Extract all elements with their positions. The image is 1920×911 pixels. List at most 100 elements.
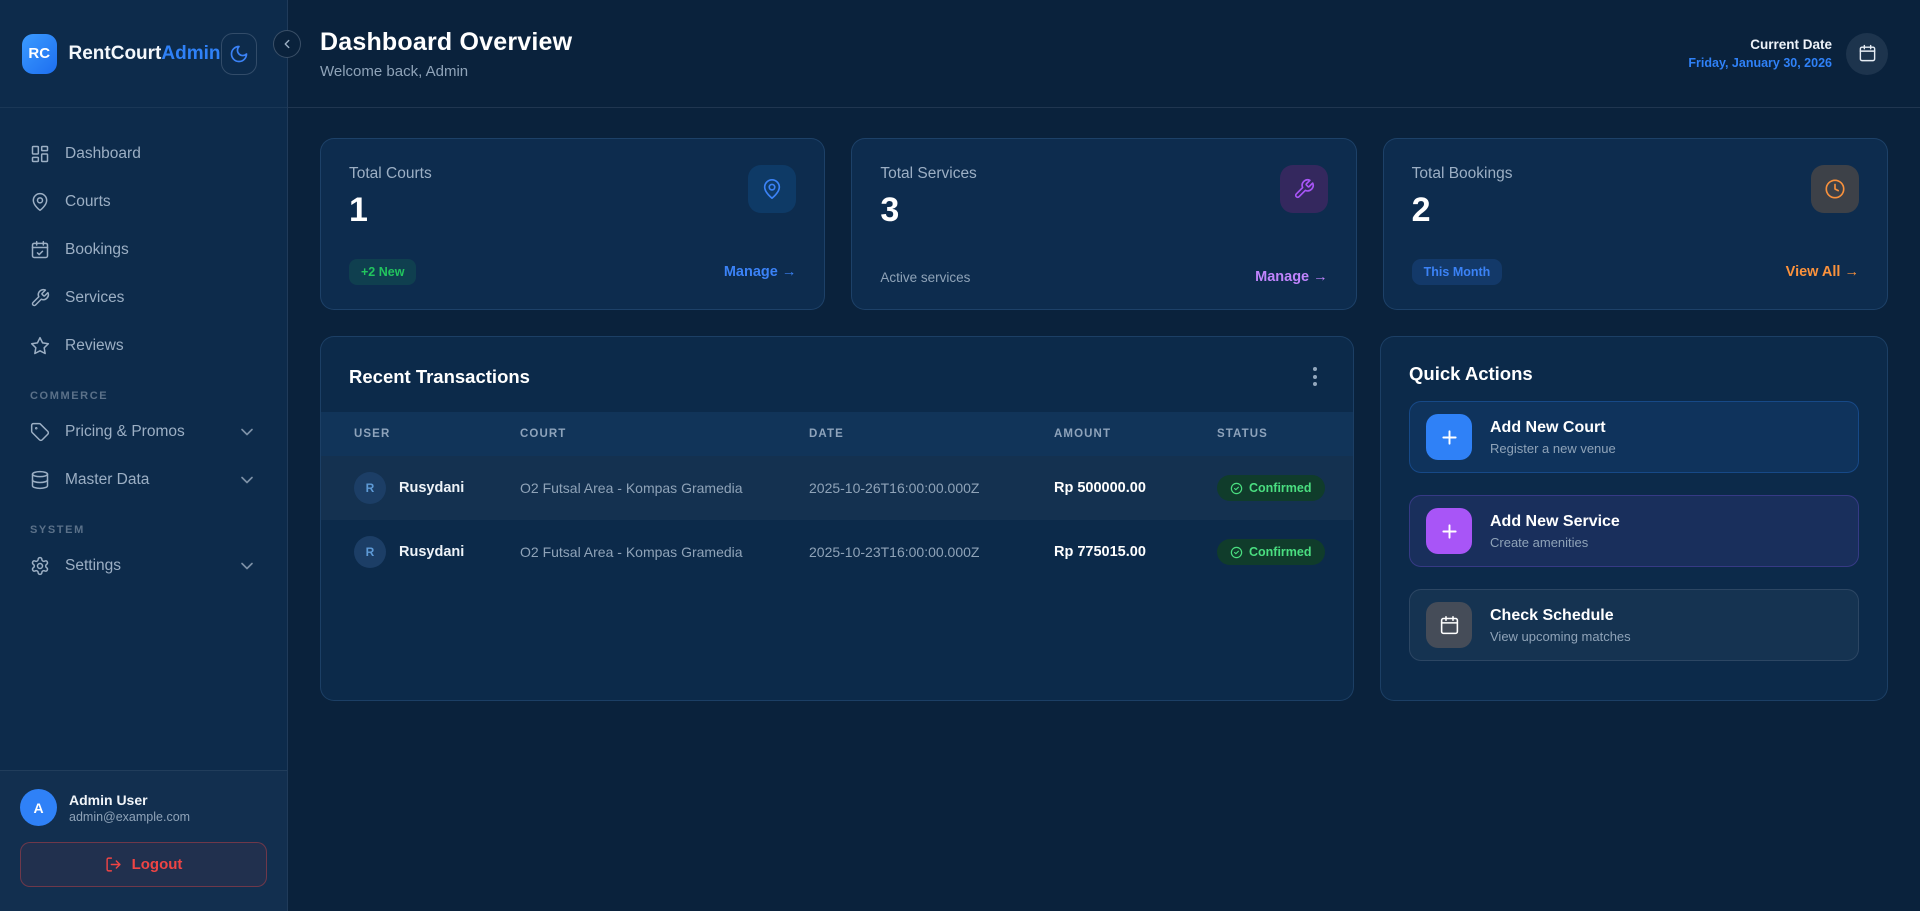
calendar-icon [1858, 44, 1877, 63]
current-date-value: Friday, January 30, 2026 [1688, 56, 1832, 70]
column-header-date: DATE [809, 428, 1054, 440]
sidebar-footer: A Admin User admin@example.com Logout [0, 770, 287, 911]
logout-label: Logout [132, 856, 183, 873]
page-subtitle: Welcome back, Admin [320, 63, 572, 80]
calendar-button[interactable] [1846, 33, 1888, 75]
avatar: A [20, 789, 57, 826]
database-icon [30, 470, 50, 490]
chevron-left-icon [280, 37, 294, 51]
sidebar-item-services[interactable]: Services [22, 274, 265, 322]
chevron-down-icon [237, 470, 257, 490]
column-header-user: USER [354, 428, 520, 440]
manage-services-link[interactable]: Manage → [1255, 269, 1328, 285]
theme-toggle-button[interactable] [221, 33, 258, 75]
content: Total Courts 1 +2 New Manage → Total Ser… [288, 108, 1920, 911]
stat-label: Total Services [880, 165, 1327, 183]
user-profile[interactable]: A Admin User admin@example.com [20, 789, 267, 826]
date-cell: 2025-10-26T16:00:00.000Z [809, 480, 1054, 496]
current-date-label: Current Date [1688, 37, 1832, 52]
brand-name-primary: RentCourt [69, 43, 162, 64]
sidebar-item-dashboard[interactable]: Dashboard [22, 130, 265, 178]
user-email: admin@example.com [69, 810, 190, 824]
check-schedule-button[interactable]: Check Schedule View upcoming matches [1409, 589, 1859, 661]
column-header-court: COURT [520, 428, 809, 440]
logout-button[interactable]: Logout [20, 842, 267, 887]
sidebar-item-label: Dashboard [65, 145, 141, 163]
sidebar-item-label: Master Data [65, 471, 149, 489]
action-subtitle: Create amenities [1490, 535, 1620, 550]
panels-row: Recent Transactions USER COURT DATE AMOU… [320, 336, 1888, 701]
column-header-status: STATUS [1217, 428, 1320, 440]
moon-icon [229, 44, 249, 64]
chevron-down-icon [237, 422, 257, 442]
manage-courts-link[interactable]: Manage → [724, 264, 797, 280]
star-icon [30, 336, 50, 356]
wrench-icon [1280, 165, 1328, 213]
action-subtitle: Register a new venue [1490, 441, 1616, 456]
action-title: Add New Court [1490, 419, 1616, 437]
check-circle-icon [1230, 546, 1243, 559]
sidebar-section-system: SYSTEM [30, 524, 257, 536]
clock-icon [1811, 165, 1859, 213]
main-area: Dashboard Overview Welcome back, Admin C… [288, 0, 1920, 911]
sidebar-item-courts[interactable]: Courts [22, 178, 265, 226]
status-label: Confirmed [1249, 481, 1312, 495]
brand-name: RentCourtAdmin [69, 43, 221, 65]
status-badge: Confirmed [1217, 475, 1325, 501]
action-subtitle: View upcoming matches [1490, 629, 1631, 644]
user-cell: Rusydani [399, 480, 464, 496]
stats-row: Total Courts 1 +2 New Manage → Total Ser… [320, 138, 1888, 310]
sidebar-item-label: Reviews [65, 337, 124, 355]
status-badge: Confirmed [1217, 539, 1325, 565]
page-title: Dashboard Overview [320, 28, 572, 57]
stat-label: Total Courts [349, 165, 796, 183]
action-title: Add New Service [1490, 513, 1620, 531]
sidebar: RC RentCourtAdmin Dashboard Courts [0, 0, 288, 911]
calendar-icon [1426, 602, 1472, 648]
transactions-title: Recent Transactions [349, 366, 530, 388]
sidebar-item-label: Bookings [65, 241, 129, 259]
wrench-icon [30, 288, 50, 308]
sidebar-collapse-button[interactable] [273, 30, 301, 58]
table-row[interactable]: R Rusydani O2 Futsal Area - Kompas Grame… [321, 520, 1353, 584]
gear-icon [30, 556, 50, 576]
amount-cell: Rp 500000.00 [1054, 480, 1217, 496]
avatar: R [354, 472, 386, 504]
avatar: R [354, 536, 386, 568]
user-cell: Rusydani [399, 544, 464, 560]
sidebar-item-label: Courts [65, 193, 111, 211]
page-header: Dashboard Overview Welcome back, Admin C… [288, 0, 1920, 108]
tag-icon [30, 422, 50, 442]
action-title: Check Schedule [1490, 607, 1631, 625]
map-pin-icon [30, 192, 50, 212]
stat-badge: This Month [1412, 259, 1503, 285]
sidebar-item-bookings[interactable]: Bookings [22, 226, 265, 274]
add-new-service-button[interactable]: Add New Service Create amenities [1409, 495, 1859, 567]
sidebar-item-label: Settings [65, 557, 121, 575]
sidebar-nav: Dashboard Courts Bookings Services Revie… [0, 108, 287, 770]
stat-badge: +2 New [349, 259, 416, 285]
status-label: Confirmed [1249, 545, 1312, 559]
quick-actions-panel: Quick Actions Add New Court Register a n… [1380, 336, 1888, 701]
add-new-court-button[interactable]: Add New Court Register a new venue [1409, 401, 1859, 473]
stat-value: 2 [1412, 191, 1859, 230]
plus-icon [1426, 414, 1472, 460]
logo-row: RC RentCourtAdmin [0, 0, 287, 108]
column-header-amount: AMOUNT [1054, 428, 1217, 440]
recent-transactions-panel: Recent Transactions USER COURT DATE AMOU… [320, 336, 1354, 701]
sidebar-item-master-data[interactable]: Master Data [22, 456, 265, 504]
table-row[interactable]: R Rusydani O2 Futsal Area - Kompas Grame… [321, 456, 1353, 520]
sidebar-section-commerce: COMMERCE [30, 390, 257, 402]
stat-value: 3 [880, 191, 1327, 230]
kebab-menu-icon[interactable] [1305, 363, 1325, 390]
sidebar-item-settings[interactable]: Settings [22, 542, 265, 590]
brand-logo: RC [22, 34, 57, 74]
sidebar-item-pricing-promos[interactable]: Pricing & Promos [22, 408, 265, 456]
calendar-check-icon [30, 240, 50, 260]
date-cell: 2025-10-23T16:00:00.000Z [809, 544, 1054, 560]
view-all-bookings-link[interactable]: View All → [1786, 264, 1859, 280]
quick-actions-title: Quick Actions [1409, 363, 1533, 385]
stat-card-total-bookings: Total Bookings 2 This Month View All → [1383, 138, 1888, 310]
court-cell: O2 Futsal Area - Kompas Gramedia [520, 480, 809, 496]
sidebar-item-reviews[interactable]: Reviews [22, 322, 265, 370]
